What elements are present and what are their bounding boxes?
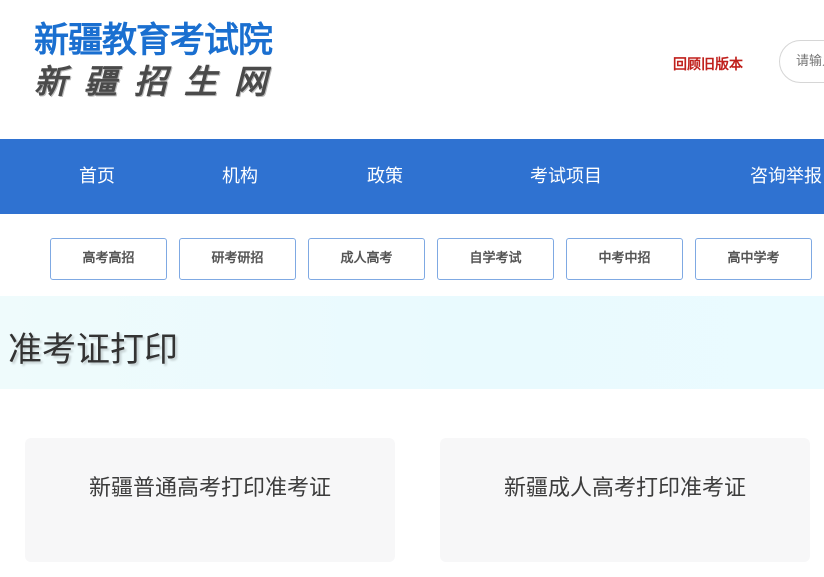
nav-item-home[interactable]: 首页 xyxy=(79,139,115,214)
main-nav: 首页 机构 政策 考试项目 咨询举报 xyxy=(0,139,824,214)
category-graduate-button[interactable]: 研考研招 xyxy=(179,238,296,280)
logo-sub-text: 新疆招生网 xyxy=(34,62,284,101)
nav-item-consult-report[interactable]: 咨询举报 xyxy=(750,139,822,214)
card-gaokao-admission-ticket[interactable]: 新疆普通高考打印准考证 xyxy=(25,438,395,562)
category-highschool-test-button[interactable]: 高中学考 xyxy=(695,238,812,280)
category-gaokao-button[interactable]: 高考高招 xyxy=(50,238,167,280)
category-adult-exam-button[interactable]: 成人高考 xyxy=(308,238,425,280)
category-nav: 高考高招 研考研招 成人高考 自学考试 中考中招 高中学考 xyxy=(0,214,824,296)
old-version-link[interactable]: 回顾旧版本 xyxy=(673,54,743,74)
nav-item-organization[interactable]: 机构 xyxy=(222,139,258,214)
card-adult-exam-admission-ticket[interactable]: 新疆成人高考打印准考证 xyxy=(440,438,810,562)
logo-main-text: 新疆教育考试院 xyxy=(34,21,273,61)
category-self-study-button[interactable]: 自学考试 xyxy=(437,238,554,280)
site-logo[interactable]: 新疆教育考试院 新疆招生网 xyxy=(34,20,284,102)
page-banner: 准考证打印 xyxy=(0,296,824,389)
category-zhongkao-button[interactable]: 中考中招 xyxy=(566,238,683,280)
nav-item-exam-projects[interactable]: 考试项目 xyxy=(530,139,602,214)
search-input[interactable] xyxy=(779,40,824,83)
page-title: 准考证打印 xyxy=(8,330,178,370)
nav-item-policy[interactable]: 政策 xyxy=(367,139,403,214)
site-header: 新疆教育考试院 新疆招生网 回顾旧版本 xyxy=(0,0,824,139)
